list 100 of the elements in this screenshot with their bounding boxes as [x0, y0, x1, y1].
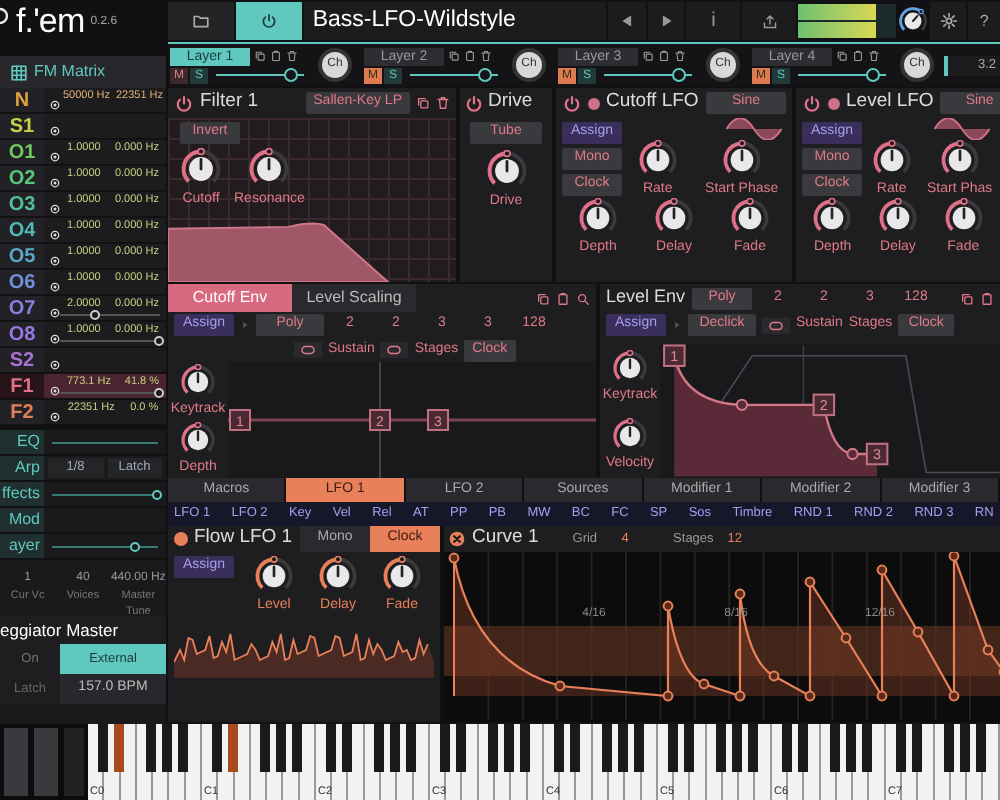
sharp-key[interactable]	[504, 724, 515, 772]
clipboard-icon[interactable]	[464, 50, 476, 62]
slider-thumb[interactable]	[478, 68, 493, 82]
power-icon[interactable]	[802, 93, 822, 113]
curve-handle[interactable]	[768, 670, 780, 682]
sharp-key[interactable]	[911, 724, 922, 772]
sharp-key[interactable]	[781, 724, 792, 772]
sharp-key[interactable]	[439, 724, 450, 772]
power-icon[interactable]	[174, 93, 194, 113]
sharp-key[interactable]	[618, 724, 629, 772]
slider-thumb[interactable]	[284, 68, 299, 82]
sharp-key[interactable]	[97, 724, 108, 772]
sharp-key[interactable]	[667, 724, 678, 772]
curve-handle[interactable]	[698, 678, 710, 690]
sharp-key[interactable]	[455, 724, 466, 772]
curve-handle[interactable]	[662, 600, 674, 612]
curve-handle[interactable]	[948, 552, 960, 562]
clipboard-icon[interactable]	[270, 50, 282, 62]
clipboard-icon[interactable]	[658, 50, 670, 62]
clipboard-icon[interactable]	[852, 50, 864, 62]
sharp-key[interactable]	[178, 724, 189, 772]
power-button[interactable]	[235, 2, 303, 40]
sharp-key[interactable]	[895, 724, 906, 772]
curve-handle[interactable]	[804, 576, 816, 588]
settings-icon[interactable]	[939, 12, 958, 30]
copy-icon[interactable]	[642, 50, 654, 62]
trash-icon[interactable]	[436, 96, 450, 110]
trash-icon[interactable]	[480, 50, 492, 62]
envelope-node[interactable]: 3	[865, 442, 889, 466]
trash-icon[interactable]	[286, 50, 298, 62]
sharp-key[interactable]	[276, 724, 287, 772]
sharp-key[interactable]	[390, 724, 401, 772]
slider-thumb[interactable]	[866, 68, 881, 82]
sharp-key[interactable]	[406, 724, 417, 772]
power-icon[interactable]	[464, 93, 484, 113]
clipboard-icon[interactable]	[556, 291, 570, 305]
sharp-key[interactable]	[683, 724, 694, 772]
copy-icon[interactable]	[448, 50, 460, 62]
copy-icon[interactable]	[254, 50, 266, 62]
trash-icon[interactable]	[674, 50, 686, 62]
sharp-key[interactable]	[846, 724, 857, 772]
loop-icon[interactable]	[762, 317, 790, 333]
clipboard-icon[interactable]	[980, 291, 994, 305]
sharp-key[interactable]	[862, 724, 873, 772]
curve-handle[interactable]	[734, 690, 746, 702]
curve-handle[interactable]	[840, 632, 852, 644]
sharp-key[interactable]	[732, 724, 743, 772]
slider-thumb[interactable]	[154, 388, 164, 398]
matrix-row[interactable]: S1	[0, 114, 166, 140]
folder-icon[interactable]	[191, 12, 210, 30]
slider-thumb[interactable]	[152, 489, 162, 499]
curve-handle[interactable]	[912, 626, 924, 638]
close-icon[interactable]	[448, 530, 466, 548]
curve-handle[interactable]	[948, 690, 960, 702]
previous-button[interactable]	[607, 2, 646, 40]
sharp-key[interactable]	[211, 724, 222, 772]
power-icon[interactable]	[562, 93, 582, 113]
curve-handle[interactable]	[876, 564, 888, 576]
sharp-key[interactable]	[520, 724, 531, 772]
curve-handle[interactable]	[846, 447, 859, 461]
curve-handle[interactable]	[876, 690, 888, 702]
previous-icon[interactable]	[619, 14, 634, 28]
copy-icon[interactable]	[960, 291, 974, 305]
sharp-key[interactable]	[797, 724, 808, 772]
envelope-node[interactable]: 2	[812, 393, 836, 417]
slider-thumb[interactable]	[89, 310, 99, 320]
folder-button[interactable]	[168, 2, 234, 40]
sharp-key[interactable]	[960, 724, 971, 772]
sharp-key[interactable]	[341, 724, 352, 772]
sharp-key[interactable]	[292, 724, 303, 772]
play-icon[interactable]	[659, 14, 674, 28]
trash-icon[interactable]	[868, 50, 880, 62]
section-tab[interactable]: Mod	[0, 508, 44, 532]
help-button[interactable]: ?	[968, 2, 1000, 40]
slider-thumb[interactable]	[672, 68, 687, 82]
section-tab[interactable]: ayer	[0, 534, 44, 558]
curve-handle[interactable]	[735, 398, 749, 411]
matrix-row[interactable]: S2	[0, 348, 166, 374]
loop-icon[interactable]	[380, 342, 409, 358]
copy-icon[interactable]	[836, 50, 848, 62]
sharp-key[interactable]	[634, 724, 645, 772]
envelope-tab[interactable]: Cutoff Env	[168, 284, 292, 312]
sharp-key[interactable]	[976, 724, 987, 772]
curve-handle[interactable]	[734, 588, 746, 600]
sharp-key[interactable]	[553, 724, 564, 772]
slider-thumb[interactable]	[130, 541, 141, 551]
info-button[interactable]: i	[686, 2, 741, 40]
play-button[interactable]	[647, 2, 685, 40]
section-tab[interactable]: EQ	[0, 430, 44, 454]
envelope-node[interactable]: 1	[663, 344, 686, 367]
settings-button[interactable]	[930, 2, 967, 40]
copy-icon[interactable]	[416, 96, 430, 110]
sharp-key[interactable]	[569, 724, 580, 772]
loop-icon[interactable]	[294, 342, 322, 358]
sharp-key[interactable]	[748, 724, 759, 772]
search-icon[interactable]	[576, 291, 590, 305]
sharp-key[interactable]	[325, 724, 336, 772]
curve-handle[interactable]	[448, 552, 460, 564]
section-tab[interactable]: Arp	[0, 456, 44, 480]
curve-handle[interactable]	[662, 690, 674, 702]
